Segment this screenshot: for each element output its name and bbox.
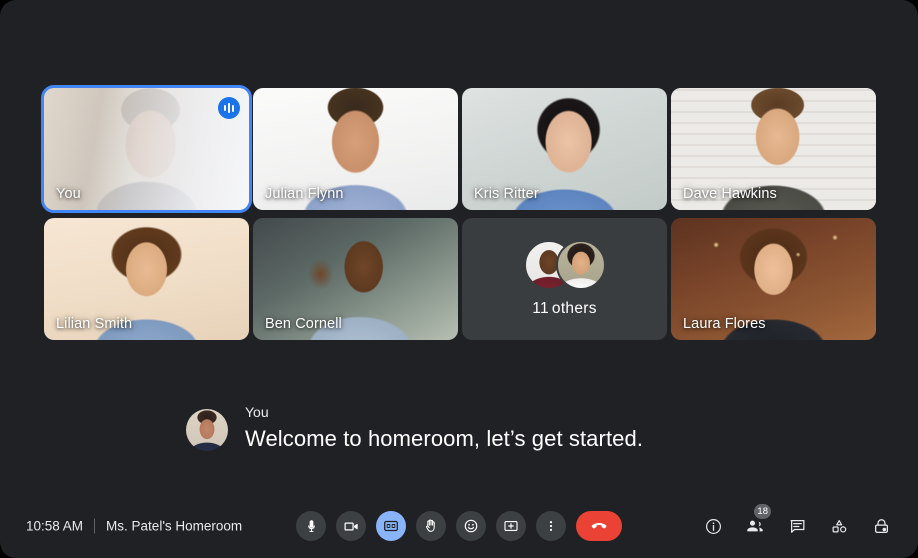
host-controls-button[interactable] (866, 511, 896, 541)
participant-name: Julian Flynn (265, 186, 344, 202)
present-screen-icon (504, 521, 518, 531)
meeting-window: You Julian Flynn Kris Ritter Dave Hawkin… (0, 0, 918, 558)
chat-bubble-icon (790, 519, 804, 533)
participant-tile-overflow[interactable]: 11 others (462, 218, 667, 340)
participant-tile-you[interactable]: You (41, 85, 252, 213)
participant-name: Laura Flores (683, 316, 766, 332)
call-controls (296, 511, 622, 541)
overflow-count: 11 (532, 300, 549, 317)
participant-name: Dave Hawkins (683, 186, 777, 202)
three-dots-vertical-icon (549, 521, 553, 531)
smiley-face-icon (464, 519, 478, 533)
raised-hand-icon (425, 519, 435, 532)
closed-captions-icon (384, 520, 398, 532)
meeting-info: 10:58 AM Ms. Patel's Homeroom (26, 518, 243, 534)
participant-tile-ben-cornell[interactable]: Ben Cornell (253, 218, 458, 340)
phone-hangup-icon (591, 523, 607, 529)
participant-name: You (56, 186, 81, 202)
avatar (555, 240, 606, 290)
overflow-avatar-stack (523, 240, 606, 290)
lock-shield-icon (874, 518, 888, 533)
live-caption: You Welcome to homeroom, let’s get start… (186, 404, 643, 452)
participant-tile-laura-flores[interactable]: Laura Flores (671, 218, 876, 340)
camera-button[interactable] (336, 511, 366, 541)
activities-button[interactable] (824, 511, 854, 541)
participant-name: Lilian Smith (56, 316, 133, 332)
reactions-button[interactable] (456, 511, 486, 541)
more-options-button[interactable] (536, 511, 566, 541)
people-icon (747, 520, 763, 532)
participant-grid: You Julian Flynn Kris Ritter Dave Hawkin… (41, 85, 876, 340)
people-button[interactable]: 18 (740, 504, 771, 541)
participant-tile-dave-hawkins[interactable]: Dave Hawkins (671, 88, 876, 210)
participant-tile-kris-ritter[interactable]: Kris Ritter (462, 88, 667, 210)
caption-speaker: You (245, 404, 269, 420)
end-call-button[interactable] (576, 511, 622, 541)
meeting-room-name: Ms. Patel's Homeroom (106, 518, 243, 534)
participant-name: Ben Cornell (265, 316, 342, 332)
meeting-time: 10:58 AM (26, 518, 84, 534)
right-controls: 18 (698, 504, 896, 541)
video-camera-icon (344, 521, 358, 531)
overflow-label: 11 others (532, 300, 597, 318)
caption-avatar (186, 409, 228, 451)
captions-button[interactable] (376, 511, 406, 541)
info-circle-icon (705, 518, 721, 534)
participant-tile-lilian-smith[interactable]: Lilian Smith (44, 218, 249, 340)
people-count-badge: 18 (754, 504, 771, 519)
overflow-suffix: others (551, 300, 597, 317)
microphone-button[interactable] (296, 511, 326, 541)
participant-name: Kris Ritter (474, 186, 539, 202)
caption-text: Welcome to homeroom, let’s get started. (245, 426, 644, 451)
bottom-bar: 10:58 AM Ms. Patel's Homeroom 18 (0, 494, 918, 558)
separator (94, 518, 96, 534)
audio-level-icon (218, 97, 240, 119)
microphone-icon (307, 519, 315, 532)
present-button[interactable] (496, 511, 526, 541)
raise-hand-button[interactable] (416, 511, 446, 541)
chat-button[interactable] (782, 511, 812, 541)
shapes-activities-icon (832, 519, 846, 533)
participant-tile-julian-flynn[interactable]: Julian Flynn (253, 88, 458, 210)
meeting-details-button[interactable] (698, 511, 728, 541)
